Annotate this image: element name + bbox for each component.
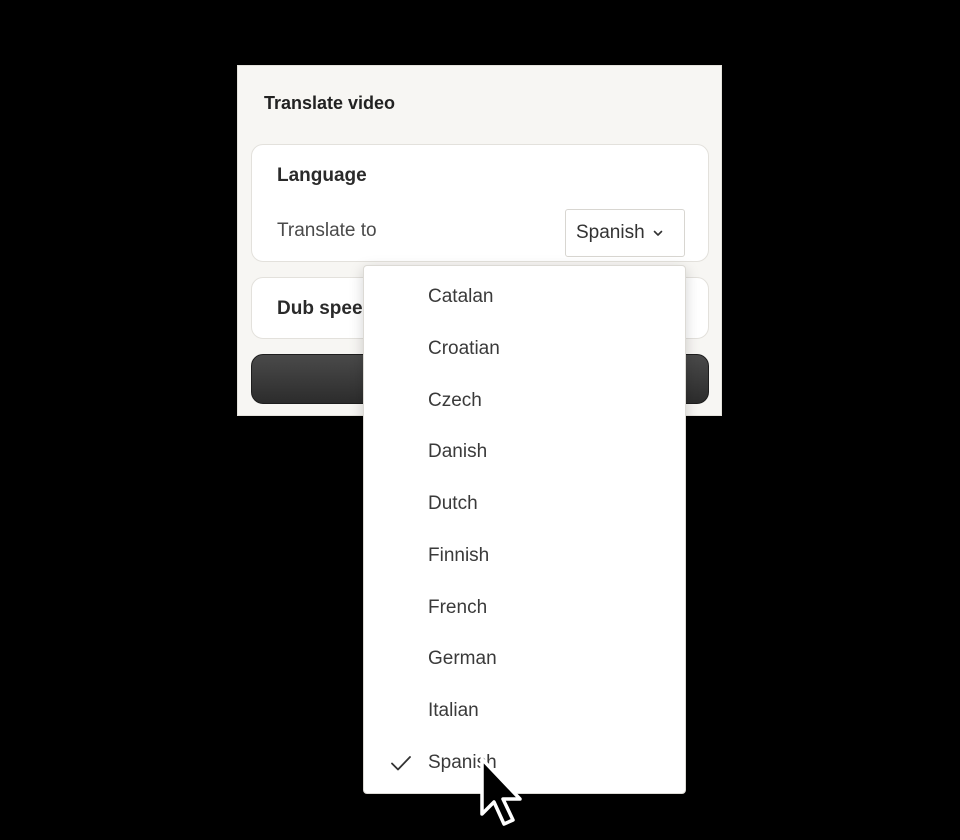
language-option-label: Croatian <box>428 338 500 359</box>
language-option-label: German <box>428 648 497 669</box>
screen: Translate video Language Translate to Sp… <box>0 0 960 840</box>
language-option-finnish[interactable]: Finnish <box>364 532 685 580</box>
language-option-label: Danish <box>428 441 488 462</box>
translate-to-label: Translate to <box>277 220 377 241</box>
language-option-spanish[interactable]: Spanish <box>364 739 685 787</box>
language-option-label: Italian <box>428 700 479 721</box>
dub-speed-card-title: Dub spee <box>277 298 363 319</box>
language-option-dutch[interactable]: Dutch <box>364 480 685 528</box>
language-card-title: Language <box>277 165 367 186</box>
language-option-croatian[interactable]: Croatian <box>364 325 685 373</box>
language-option-label: Spanish <box>428 752 497 773</box>
check-icon <box>391 756 411 771</box>
language-option-danish[interactable]: Danish <box>364 428 685 476</box>
language-option-czech[interactable]: Czech <box>364 377 685 425</box>
language-option-french[interactable]: French <box>364 584 685 632</box>
language-select-value: Spanish <box>576 222 645 243</box>
language-option-label: Dutch <box>428 493 478 514</box>
language-option-label: French <box>428 597 488 618</box>
language-option-label: Catalan <box>428 286 494 307</box>
language-option-italian[interactable]: Italian <box>364 687 685 735</box>
language-option-label: Finnish <box>428 545 490 566</box>
chevron-down-icon <box>653 230 662 236</box>
language-card: Language Translate to Spanish <box>251 144 709 262</box>
language-dropdown-menu: Catalan Croatian Czech Danish Dutch Finn… <box>363 265 686 794</box>
panel-title: Translate video <box>264 93 396 113</box>
language-option-catalan[interactable]: Catalan <box>364 273 685 321</box>
language-option-german[interactable]: German <box>364 635 685 683</box>
language-select[interactable]: Spanish <box>565 209 685 257</box>
language-option-label: Czech <box>428 390 482 411</box>
